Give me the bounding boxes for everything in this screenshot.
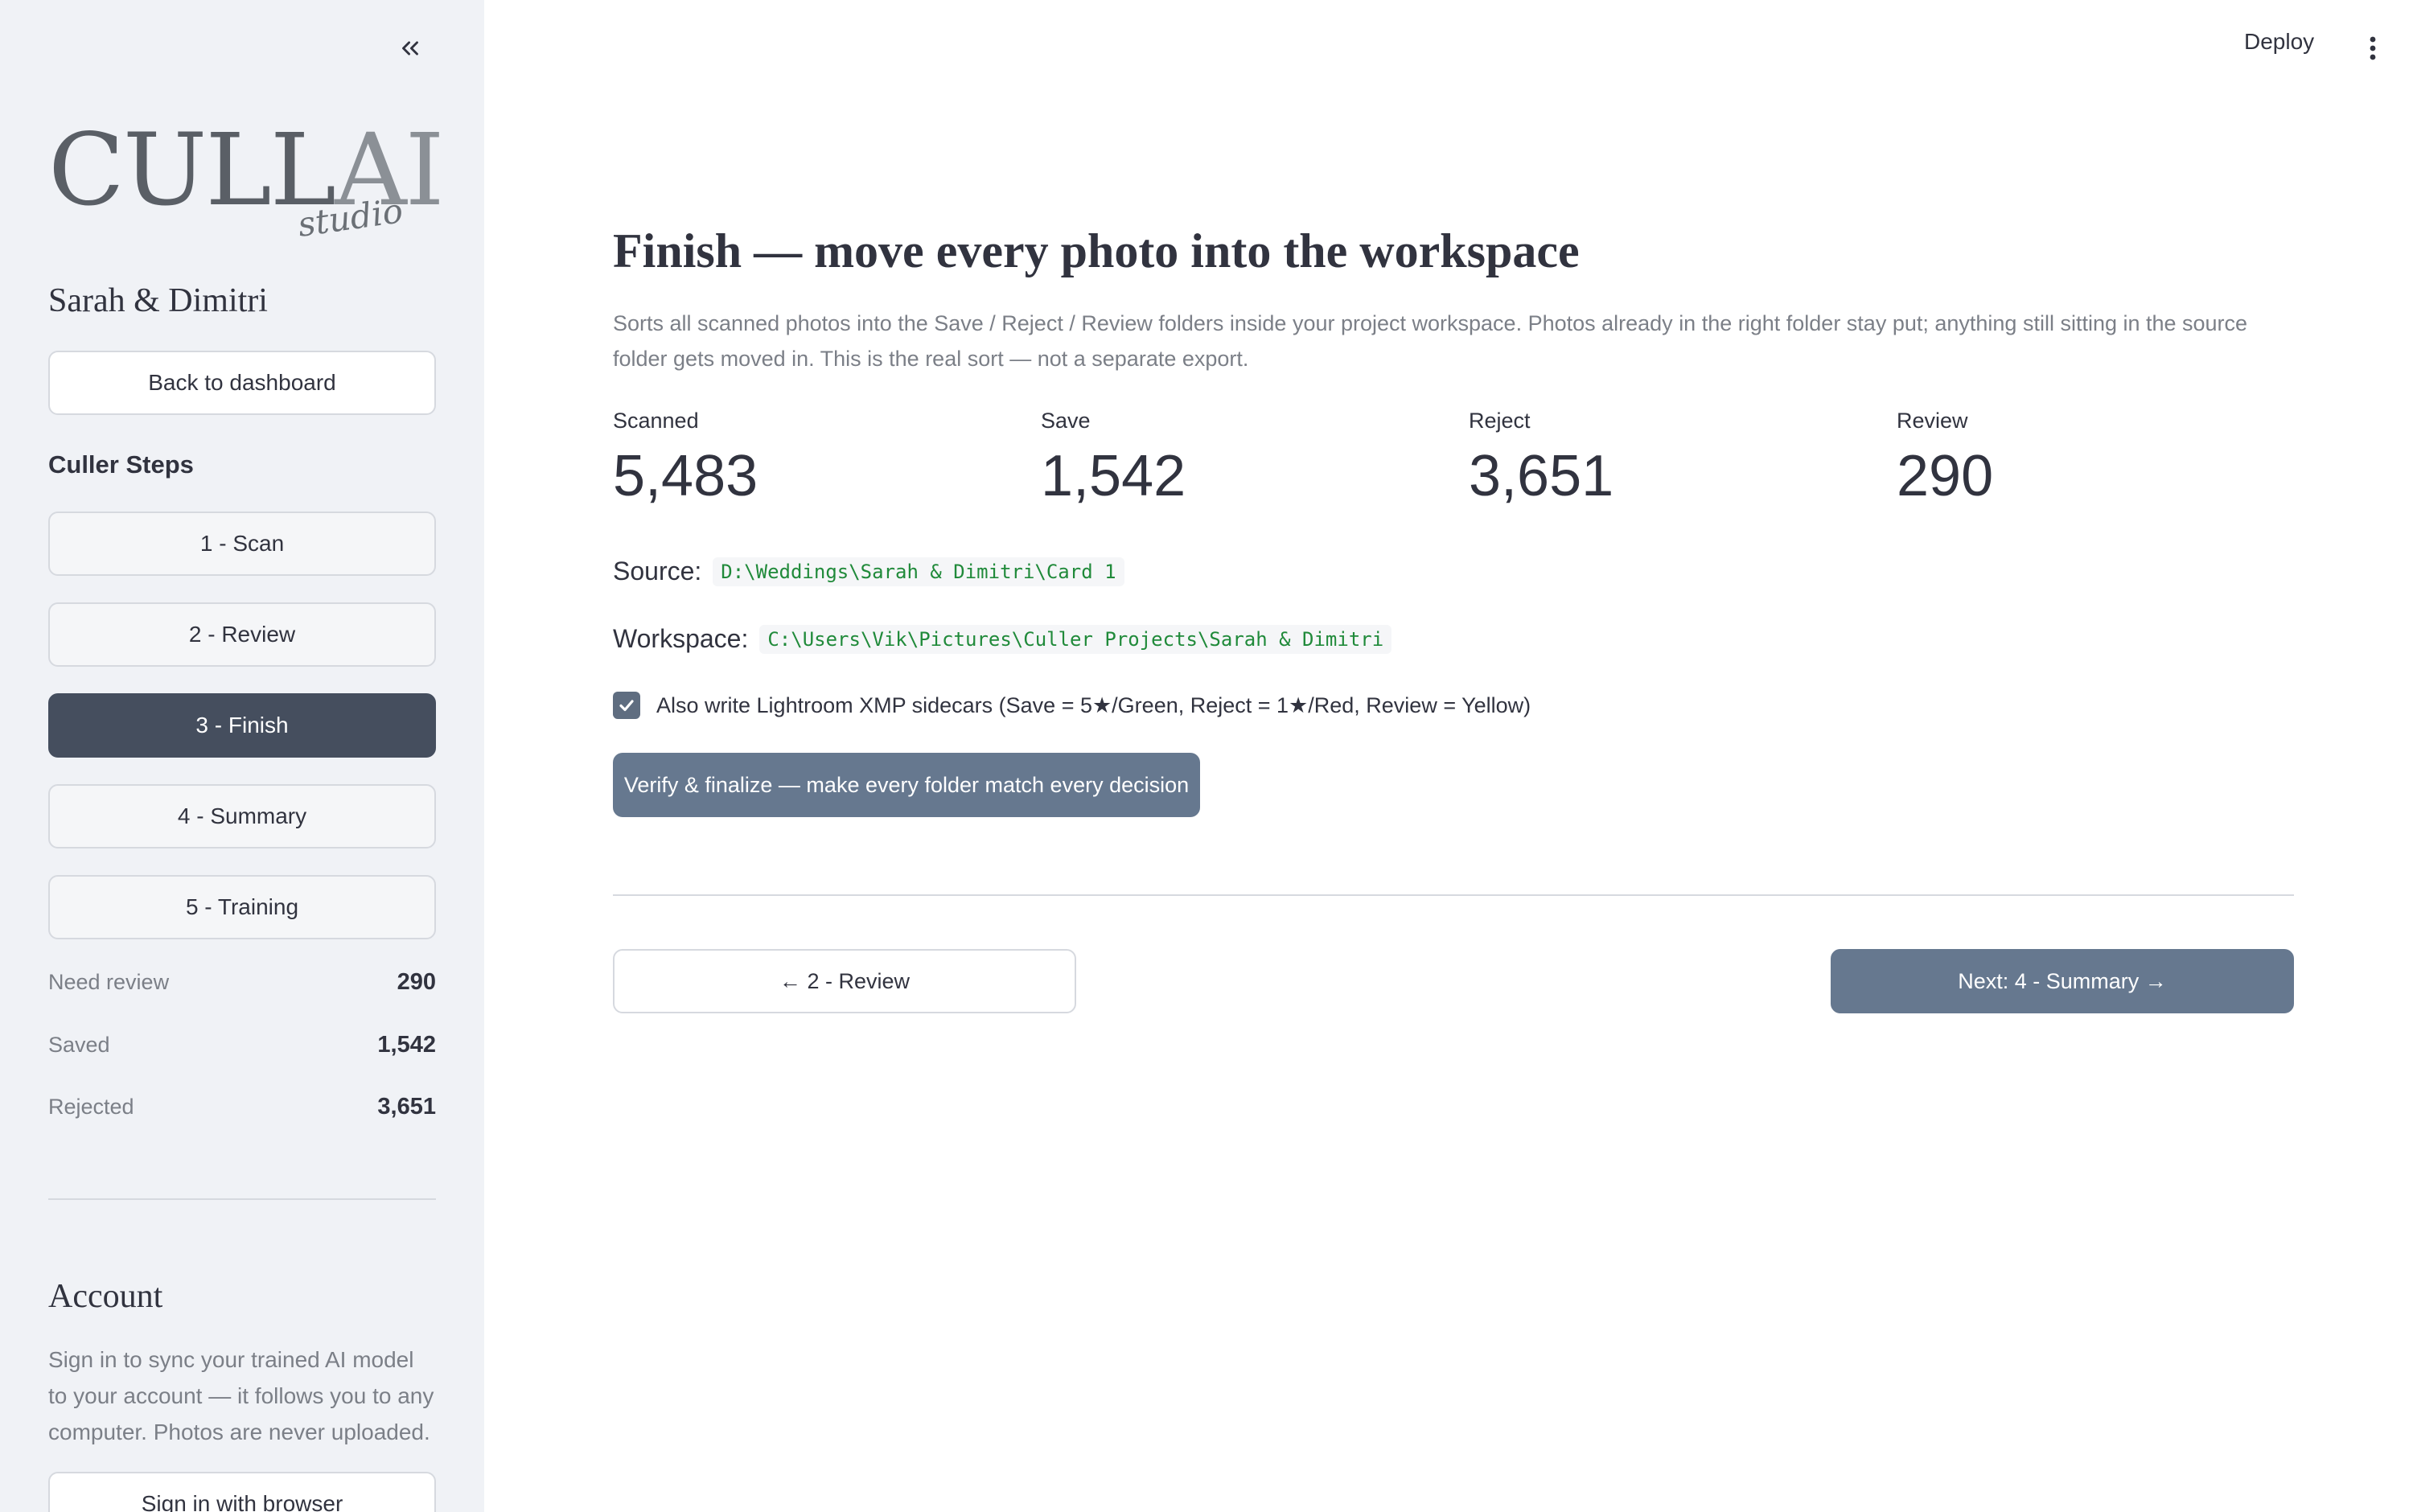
metric-value: 5,483 — [613, 444, 758, 508]
stat-value: 1,542 — [377, 1031, 436, 1058]
step-finish-button[interactable]: 3 - Finish — [48, 693, 436, 758]
metric-label: Save — [1041, 409, 1091, 433]
stat-saved: Saved 1,542 — [48, 1025, 436, 1065]
stat-need-review: Need review 290 — [48, 962, 436, 1002]
sidebar-divider — [48, 1198, 436, 1200]
step-scan-button[interactable]: 1 - Scan — [48, 512, 436, 576]
next-step-button[interactable]: Next: 4 - Summary → — [1831, 949, 2294, 1013]
culler-steps-heading: Culler Steps — [48, 450, 194, 479]
metric-reject: Reject 3,651 — [1469, 409, 1871, 508]
page-description: Sorts all scanned photos into the Save /… — [613, 311, 2248, 371]
xmp-sidecar-label: Also write Lightroom XMP sidecars (Save … — [656, 692, 1531, 717]
stat-label: Saved — [48, 1032, 110, 1057]
main-menu-button[interactable] — [2357, 29, 2389, 68]
double-chevron-left-icon — [402, 41, 418, 55]
stat-label: Rejected — [48, 1094, 134, 1119]
app-logo: CULLAI studio — [48, 121, 445, 244]
metric-save: Save 1,542 — [1041, 409, 1443, 508]
stat-rejected: Rejected 3,651 — [48, 1087, 436, 1127]
back-to-dashboard-button[interactable]: Back to dashboard — [48, 351, 436, 415]
page-title: Finish — move every photo into the works… — [613, 224, 1580, 277]
xmp-sidecar-checkbox[interactable] — [613, 692, 640, 719]
account-description: Sign in to sync your trained AI model to… — [48, 1347, 434, 1444]
workspace-path-row: Workspace: C:\Users\Vik\Pictures\Culler … — [613, 624, 1392, 654]
stat-value: 290 — [397, 968, 436, 995]
metric-label: Review — [1897, 409, 1968, 433]
account-heading: Account — [48, 1278, 163, 1315]
step-review-button[interactable]: 2 - Review — [48, 602, 436, 667]
project-name: Sarah & Dimitri — [48, 282, 268, 319]
step-training-button[interactable]: 5 - Training — [48, 875, 436, 939]
stat-value: 3,651 — [377, 1093, 436, 1120]
workspace-path: C:\Users\Vik\Pictures\Culler Projects\Sa… — [759, 624, 1392, 654]
sign-in-button[interactable]: Sign in with browser — [48, 1472, 436, 1512]
metric-label: Reject — [1469, 409, 1531, 433]
metric-value: 290 — [1897, 444, 1994, 508]
stat-label: Need review — [48, 969, 170, 994]
workspace-label: Workspace: — [613, 624, 749, 653]
collapse-sidebar-button[interactable] — [391, 29, 430, 68]
source-path-row: Source: D:\Weddings\Sarah & Dimitri\Card… — [613, 557, 1124, 586]
content-divider — [613, 894, 2294, 896]
xmp-sidecar-option[interactable]: Also write Lightroom XMP sidecars (Save … — [613, 692, 1531, 719]
prev-step-button[interactable]: ← 2 - Review — [613, 949, 1076, 1013]
metric-value: 1,542 — [1041, 444, 1186, 508]
sidebar: CULLAI studio Sarah & Dimitri Back to da… — [0, 0, 484, 1512]
metric-label: Scanned — [613, 409, 699, 433]
source-path: D:\Weddings\Sarah & Dimitri\Card 1 — [713, 557, 1124, 586]
vertical-dots-icon — [2370, 36, 2376, 60]
metric-review: Review 290 — [1897, 409, 2299, 508]
verify-finalize-button[interactable]: Verify & finalize — make every folder ma… — [613, 753, 1200, 817]
metric-value: 3,651 — [1469, 444, 1614, 508]
metric-scanned: Scanned 5,483 — [613, 409, 1015, 508]
checkmark-icon — [619, 700, 634, 712]
source-label: Source: — [613, 557, 702, 585]
deploy-button[interactable]: Deploy — [2244, 29, 2314, 55]
step-summary-button[interactable]: 4 - Summary — [48, 784, 436, 848]
